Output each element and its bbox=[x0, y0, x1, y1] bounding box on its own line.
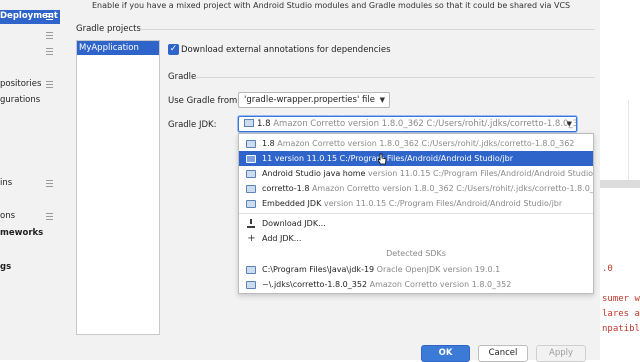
tree-item-label: meworks bbox=[0, 228, 44, 238]
tree-item-settings[interactable]: gs bbox=[0, 261, 60, 275]
gradle-jdk-label: Gradle JDK: bbox=[168, 120, 217, 130]
jdk-popup-list: 1.8 Amazon Corretto version 1.8.0_362 C:… bbox=[238, 133, 594, 294]
jdk-option-detail: version 11.0.15 C:/Program Files/Android… bbox=[323, 199, 563, 208]
detected-sdks-header: Detected SDKs bbox=[386, 249, 446, 258]
use-gradle-from-value: 'gradle-wrapper.properties' file bbox=[244, 95, 375, 105]
chevron-down-icon: ▼ bbox=[379, 96, 385, 104]
editor-code-line-3: lares a bbox=[602, 309, 640, 319]
tree-item-frameworks[interactable]: meworks bbox=[0, 227, 60, 241]
editor-code-line-1: .0 bbox=[602, 264, 613, 274]
apply-button[interactable]: Apply bbox=[536, 345, 586, 362]
jdk-option-name: Android Studio java home bbox=[262, 169, 366, 178]
jdk-option-name: 1.8 bbox=[262, 139, 275, 148]
jdk-option-name: corretto-1.8 bbox=[262, 184, 310, 193]
jdk-folder-icon bbox=[246, 281, 256, 289]
jdk-option-embedded-jdk[interactable]: Embedded JDK version 11.0.15 C:/Program … bbox=[239, 196, 593, 211]
tree-item-label: gurations bbox=[0, 95, 41, 105]
jdk-option-name: Embedded JDK bbox=[262, 199, 322, 208]
download-annotations-label: Download external annotations for depend… bbox=[181, 45, 391, 55]
jdk-option-android-studio-java-home[interactable]: Android Studio java home version 11.0.15… bbox=[239, 166, 593, 181]
editor-code-line-4: npatible bbox=[602, 324, 640, 334]
tree-item-configurations[interactable]: gurations bbox=[0, 94, 60, 108]
jdk-folder-icon bbox=[246, 170, 256, 178]
section-divider bbox=[140, 29, 595, 30]
tree-item-label: gs bbox=[0, 262, 12, 272]
project-scope-icon bbox=[46, 81, 53, 88]
tree-item-label: positories bbox=[0, 79, 42, 89]
download-annotations-checkbox[interactable]: ✓ bbox=[168, 44, 179, 55]
editor-guide-line bbox=[628, 100, 629, 180]
download-icon bbox=[247, 219, 255, 228]
background-editor: .0 sumer wa lares a npatible bbox=[600, 0, 640, 360]
chevron-down-icon: ▼ bbox=[566, 120, 572, 128]
jdk-option-corretto-1.8[interactable]: corretto-1.8 Amazon Corretto version 1.8… bbox=[239, 181, 593, 196]
sdk-detail: Oracle OpenJDK version 19.0.1 bbox=[376, 265, 501, 274]
action-label: Add JDK... bbox=[262, 234, 302, 243]
jdk-folder-icon bbox=[246, 140, 256, 148]
tree-item-options[interactable]: ons bbox=[0, 210, 60, 224]
tree-item[interactable] bbox=[0, 45, 60, 59]
gradle-jdk-select[interactable]: 1.8 Amazon Corretto version 1.8.0_362 C:… bbox=[238, 116, 577, 132]
jdk-folder-icon bbox=[246, 185, 256, 193]
use-gradle-from-label: Use Gradle from: bbox=[168, 96, 241, 106]
mixed-project-hint: Enable if you have a mixed project with … bbox=[92, 1, 571, 10]
jdk-option-name: 11 version 11.0.15 C:/Program Files/Andr… bbox=[262, 154, 514, 163]
jdk-option-detail: Amazon Corretto version 1.8.0_362 C:/Use… bbox=[311, 184, 593, 193]
jdk-option-1.8[interactable]: 1.8 Amazon Corretto version 1.8.0_362 C:… bbox=[239, 136, 593, 151]
detected-sdk-corretto-1.8.0_352[interactable]: ~\.jdks\corretto-1.8.0_352 Amazon Corret… bbox=[239, 277, 593, 292]
ok-button[interactable]: OK bbox=[421, 345, 470, 362]
tree-item-repositories[interactable]: positories bbox=[0, 78, 60, 92]
jdk-option-detail: Amazon Corretto version 1.8.0_362 C:/Use… bbox=[277, 139, 575, 148]
jdk-folder-icon bbox=[246, 266, 256, 274]
editor-code-line-2: sumer wa bbox=[602, 294, 640, 304]
settings-tree: Deployment positories gurations ins ons … bbox=[0, 0, 60, 360]
editor-toolbar-strip bbox=[600, 180, 640, 188]
sdk-path: C:\Program Files\Java\jdk-19 bbox=[262, 265, 375, 274]
use-gradle-from-select[interactable]: 'gradle-wrapper.properties' file ▼ bbox=[238, 92, 390, 108]
sdk-path: ~\.jdks\corretto-1.8.0_352 bbox=[262, 280, 368, 289]
popup-separator bbox=[239, 213, 593, 214]
gradle-section-heading: Gradle bbox=[168, 72, 197, 82]
jdk-option-detail: version 11.0.15 C:/Program Files/Android… bbox=[368, 169, 593, 178]
section-divider bbox=[196, 77, 595, 78]
tree-item[interactable] bbox=[0, 29, 60, 43]
jdk-option-11[interactable]: 11 version 11.0.15 C:/Program Files/Andr… bbox=[239, 151, 593, 166]
sdk-detail: Amazon Corretto version 1.8.0_352 bbox=[369, 280, 512, 289]
jdk-folder-icon bbox=[246, 200, 256, 208]
cancel-button[interactable]: Cancel bbox=[478, 345, 528, 362]
hand-cursor-icon bbox=[377, 153, 387, 165]
tree-item-plugins[interactable]: ins bbox=[0, 177, 60, 191]
tree-item-deployment[interactable]: Deployment bbox=[0, 10, 60, 24]
add-jdk-action[interactable]: + Add JDK... bbox=[239, 231, 593, 246]
gradle-projects-list[interactable]: MyApplication bbox=[76, 40, 160, 335]
tree-item-label: ins bbox=[0, 178, 13, 188]
action-label: Download JDK... bbox=[262, 219, 326, 228]
list-item[interactable]: MyApplication bbox=[77, 41, 159, 55]
project-scope-icon bbox=[46, 180, 53, 187]
jdk-folder-icon bbox=[244, 119, 254, 127]
gradle-projects-heading: Gradle projects bbox=[76, 24, 141, 34]
jdk-folder-icon bbox=[246, 155, 256, 163]
plus-icon: + bbox=[247, 233, 256, 244]
tree-item-label: ons bbox=[0, 211, 16, 221]
detected-sdk-jdk-19[interactable]: C:\Program Files\Java\jdk-19 Oracle Open… bbox=[239, 262, 593, 277]
gradle-jdk-version: 1.8 bbox=[257, 119, 271, 129]
project-scope-icon bbox=[46, 213, 53, 220]
download-jdk-action[interactable]: Download JDK... bbox=[239, 216, 593, 231]
project-scope-icon bbox=[46, 48, 53, 55]
project-scope-icon bbox=[46, 32, 53, 39]
project-scope-icon bbox=[46, 13, 53, 20]
gradle-jdk-detail: Amazon Corretto version 1.8.0_362 C:/Use… bbox=[273, 119, 577, 129]
